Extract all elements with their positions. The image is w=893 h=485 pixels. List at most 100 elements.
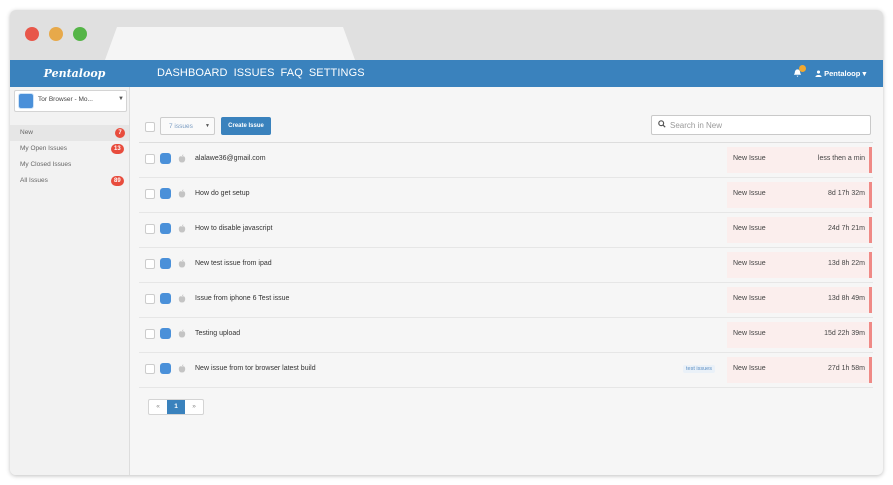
issue-age: 8d 17h 32m	[828, 190, 865, 197]
apple-icon	[178, 154, 186, 166]
fingerprint-icon	[160, 293, 171, 304]
prev-page-button[interactable]: «	[149, 400, 167, 414]
issue-status: New Issue	[733, 330, 766, 337]
issue-title[interactable]: Testing upload	[195, 330, 240, 337]
issue-status: New Issue	[733, 225, 766, 232]
user-icon	[815, 69, 824, 78]
fingerprint-icon	[160, 153, 171, 164]
project-selector[interactable]: Tor Browser - Mo... ▼	[14, 90, 127, 112]
sidebar-item-label: New	[20, 129, 34, 136]
nav-faq[interactable]: FAQ	[281, 60, 303, 87]
table-row[interactable]: How to disable javascript New Issue 24d …	[139, 213, 873, 248]
select-all-checkbox[interactable]	[145, 122, 155, 132]
issue-age: 27d 1h 58m	[828, 365, 865, 372]
row-checkbox[interactable]	[145, 329, 155, 339]
apple-icon	[178, 364, 186, 376]
user-name: Pentaloop	[824, 69, 861, 78]
apple-icon	[178, 329, 186, 341]
nav-dashboard[interactable]: DASHBOARD	[157, 60, 228, 87]
sidebar-item-label: All Issues	[20, 177, 48, 184]
issue-age: 13d 8h 49m	[828, 295, 865, 302]
priority-flag	[869, 252, 872, 278]
issue-status: New Issue	[733, 295, 766, 302]
next-page-button[interactable]: »	[185, 400, 203, 414]
page-1-button[interactable]: 1	[167, 400, 185, 414]
search-icon	[658, 120, 666, 131]
browser-titlebar	[10, 10, 883, 60]
count-badge: 89	[111, 176, 124, 186]
nav-settings[interactable]: SETTINGS	[309, 60, 365, 87]
fingerprint-icon	[160, 223, 171, 234]
issue-title[interactable]: alalawe36@gmail.com	[195, 155, 266, 162]
browser-tab[interactable]	[105, 27, 355, 60]
chevron-down-icon: ▾	[862, 69, 867, 78]
row-checkbox[interactable]	[145, 154, 155, 164]
issue-status: New Issue	[733, 155, 766, 162]
table-row[interactable]: New test issue from ipad New Issue 13d 8…	[139, 248, 873, 283]
search-box	[651, 115, 871, 135]
sidebar: Tor Browser - Mo... ▼ New 7 My Open Issu…	[10, 87, 130, 475]
minimize-window-button[interactable]	[49, 27, 63, 41]
sidebar-item-my-open-issues[interactable]: My Open Issues 13	[10, 141, 129, 157]
issue-age: 24d 7h 21m	[828, 225, 865, 232]
row-checkbox[interactable]	[145, 259, 155, 269]
issue-tag[interactable]: test issues	[683, 365, 715, 373]
maximize-window-button[interactable]	[73, 27, 87, 41]
issue-age: 13d 8h 22m	[828, 260, 865, 267]
issue-status-cell: New Issue 13d 8h 49m	[727, 287, 871, 313]
sidebar-item-all-issues[interactable]: All Issues 89	[10, 173, 129, 189]
table-row[interactable]: Testing upload New Issue 15d 22h 39m	[139, 318, 873, 353]
issue-age: 15d 22h 39m	[824, 330, 865, 337]
chevron-down-icon: ▼	[118, 96, 124, 102]
issue-title[interactable]: How to disable javascript	[195, 225, 272, 232]
issues-panel: 7 issues ▼ Create Issue alalawe36@gmail.…	[131, 87, 883, 475]
issue-status: New Issue	[733, 365, 766, 372]
count-badge: 7	[115, 128, 125, 138]
chevron-down-icon: ▼	[205, 123, 210, 129]
issue-title[interactable]: How do get setup	[195, 190, 249, 197]
table-row[interactable]: alalawe36@gmail.com New Issue less then …	[139, 143, 873, 178]
issue-age: less then a min	[817, 155, 865, 162]
priority-flag	[869, 147, 872, 173]
user-menu[interactable]: Pentaloop ▾	[815, 60, 866, 87]
apple-icon	[178, 294, 186, 306]
sidebar-item-label: My Open Issues	[20, 145, 67, 152]
priority-flag	[869, 217, 872, 243]
table-row[interactable]: New issue from tor browser latest build …	[139, 353, 873, 388]
table-row[interactable]: Issue from iphone 6 Test issue New Issue…	[139, 283, 873, 318]
issue-count-label: 7 issues	[169, 123, 193, 130]
priority-flag	[869, 182, 872, 208]
main-nav: DASHBOARD ISSUES FAQ SETTINGS	[157, 60, 371, 87]
issue-count-dropdown[interactable]: 7 issues ▼	[160, 117, 215, 135]
issue-status-cell: New Issue 8d 17h 32m	[727, 182, 871, 208]
issue-title[interactable]: New issue from tor browser latest build	[195, 365, 316, 372]
project-name: Tor Browser - Mo...	[38, 96, 93, 103]
pagination: « 1 »	[148, 399, 204, 415]
nav-issues[interactable]: ISSUES	[234, 60, 275, 87]
apple-icon	[178, 189, 186, 201]
issue-title[interactable]: New test issue from ipad	[195, 260, 272, 267]
create-issue-button[interactable]: Create Issue	[221, 117, 271, 135]
sidebar-item-my-closed-issues[interactable]: My Closed Issues	[10, 157, 129, 173]
issue-status-cell: New Issue 24d 7h 21m	[727, 217, 871, 243]
row-checkbox[interactable]	[145, 189, 155, 199]
top-navbar: Pentaloop DASHBOARD ISSUES FAQ SETTINGS …	[10, 60, 883, 87]
sidebar-item-new[interactable]: New 7	[10, 125, 129, 141]
issue-status-cell: New Issue 27d 1h 58m	[727, 357, 871, 383]
row-checkbox[interactable]	[145, 364, 155, 374]
issue-status: New Issue	[733, 260, 766, 267]
table-row[interactable]: How do get setup New Issue 8d 17h 32m	[139, 178, 873, 213]
brand-logo[interactable]: Pentaloop	[20, 60, 129, 87]
issue-title[interactable]: Issue from iphone 6 Test issue	[195, 295, 289, 302]
row-checkbox[interactable]	[145, 224, 155, 234]
row-checkbox[interactable]	[145, 294, 155, 304]
search-input[interactable]	[670, 119, 865, 132]
apple-icon	[178, 259, 186, 271]
fingerprint-icon	[160, 258, 171, 269]
issue-status: New Issue	[733, 190, 766, 197]
close-window-button[interactable]	[25, 27, 39, 41]
browser-window: Pentaloop DASHBOARD ISSUES FAQ SETTINGS …	[10, 10, 883, 475]
count-badge: 13	[111, 144, 124, 154]
priority-flag	[869, 357, 872, 383]
issue-status-cell: New Issue less then a min	[727, 147, 871, 173]
